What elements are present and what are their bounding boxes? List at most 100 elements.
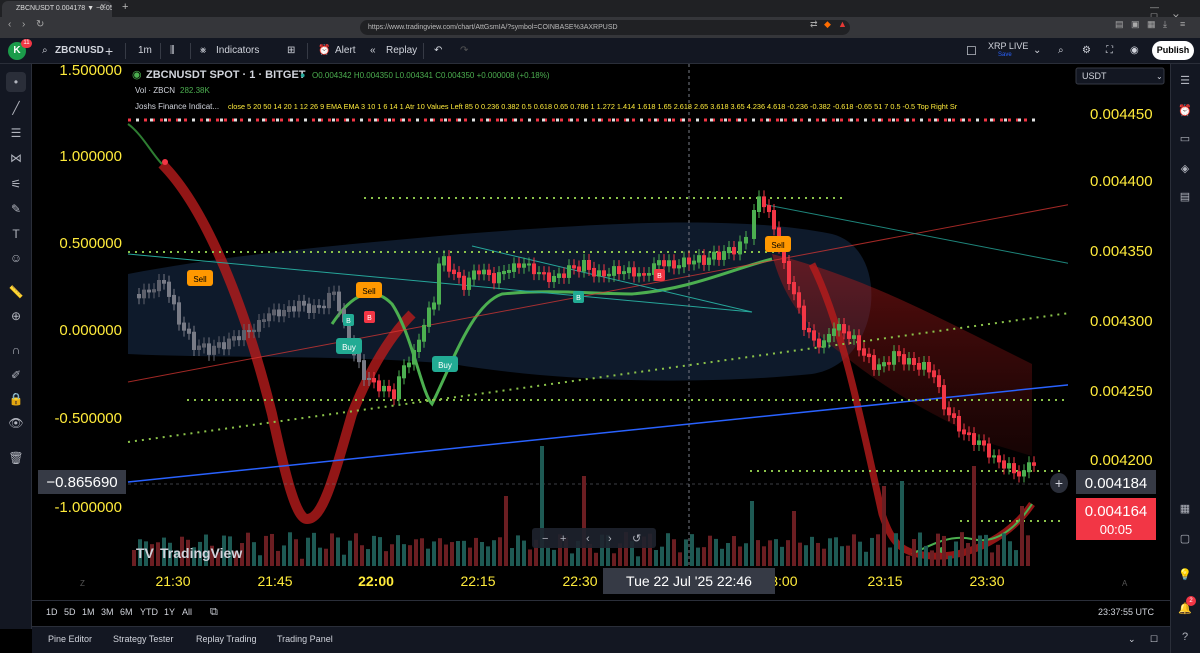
brave-shield-icon[interactable]: ◆ <box>824 19 831 30</box>
range-button-1y[interactable]: 1Y <box>164 600 175 625</box>
replay-icon[interactable]: « <box>370 38 376 64</box>
layout-checkbox-icon[interactable]: ☐ <box>966 38 977 64</box>
volume-bar <box>972 466 976 566</box>
chat-icon[interactable]: ▭ <box>1176 130 1194 148</box>
trash-icon[interactable]: 🗑 <box>6 448 26 468</box>
browser-tab[interactable]: ZBCNUSDT 0.004178 ▼ −0.05% ... <box>2 1 112 17</box>
candle-body <box>697 255 701 263</box>
prediction-icon[interactable]: ⚟ <box>6 174 26 194</box>
candle-style-icon[interactable]: ⫼ <box>170 38 175 64</box>
date-range-icon[interactable]: ⧉ <box>210 600 218 625</box>
calendar-icon[interactable]: ▦ <box>1176 500 1194 518</box>
volume-bar <box>900 481 904 566</box>
layers-icon[interactable]: ◈ <box>1176 160 1194 178</box>
fib-retracement-icon[interactable]: ☰ <box>6 123 26 143</box>
indicators-button[interactable]: Indicators <box>216 38 259 64</box>
layout-save-status[interactable]: Save <box>998 52 1012 58</box>
range-button-5d[interactable]: 5D <box>64 600 76 625</box>
settings-icon[interactable]: ⚙ <box>1082 38 1091 64</box>
svg-text:B: B <box>576 295 581 302</box>
candle-body <box>932 370 936 378</box>
buy-signal: Buy <box>432 356 458 372</box>
wallet-icon[interactable]: ▦ <box>1147 19 1156 30</box>
volume-bar <box>462 540 466 566</box>
publish-button[interactable]: Publish <box>1152 41 1194 60</box>
fullscreen-icon[interactable]: ⛶ <box>1106 38 1113 64</box>
candle-body <box>407 362 411 368</box>
layouts-icon[interactable]: ⊞ <box>287 38 295 64</box>
lock-icon[interactable]: 🔒 <box>6 389 26 409</box>
range-button-all[interactable]: All <box>182 600 192 625</box>
watchlist-icon[interactable]: ☰ <box>1176 72 1194 90</box>
alerts-icon[interactable]: ⏰ <box>1176 102 1194 120</box>
text-icon[interactable]: T <box>6 224 26 244</box>
volume-bar <box>594 552 598 566</box>
bottom-tab-trading-panel[interactable]: Trading Panel <box>277 626 333 653</box>
chart-navigation[interactable]: − + ‹ › ↺ <box>532 528 656 548</box>
download-icon[interactable]: ⤓ <box>1163 19 1167 30</box>
snapshot-icon[interactable]: ◉ <box>1130 38 1139 64</box>
compare-symbol-button[interactable]: + <box>105 38 113 64</box>
menu-icon[interactable]: ≡ <box>1180 19 1185 29</box>
range-button-ytd[interactable]: YTD <box>140 600 158 625</box>
rewards-icon[interactable]: ▲ <box>838 19 847 29</box>
ruler-icon[interactable]: 📏 <box>6 282 26 302</box>
zoom-in-icon[interactable]: ⊕ <box>6 306 26 326</box>
clock[interactable]: 23:37:55 UTC <box>1098 600 1154 625</box>
sidebar-icon[interactable]: ▤ <box>1115 19 1124 30</box>
volume-bar <box>1020 506 1024 566</box>
undo-icon[interactable]: ↶ <box>434 38 442 64</box>
help-icon[interactable]: ? <box>1176 628 1194 646</box>
messages-icon[interactable]: ▢ <box>1176 530 1194 548</box>
hide-icon[interactable]: 👁 <box>6 413 26 433</box>
bottom-tab-replay-trading[interactable]: Replay Trading <box>196 626 257 653</box>
url-field[interactable]: https://www.tradingview.com/chart/AttGsm… <box>360 20 850 35</box>
emoji-icon[interactable]: ☺ <box>6 248 26 268</box>
candle-body <box>557 273 561 278</box>
brush-icon[interactable]: ✎ <box>6 199 26 219</box>
forward-icon[interactable]: › <box>22 19 25 30</box>
extensions-icon[interactable]: ▣ <box>1131 19 1140 30</box>
layout-name[interactable]: XRP LIVE <box>988 41 1028 51</box>
translate-icon[interactable]: ⇄ <box>810 19 818 30</box>
collapse-icon[interactable]: ⌄ <box>1128 626 1136 653</box>
trend-line-icon[interactable]: ╱ <box>6 98 26 118</box>
magnet-icon[interactable]: ∩ <box>6 340 26 360</box>
range-button-1m[interactable]: 1M <box>82 600 95 625</box>
range-button-6m[interactable]: 6M <box>120 600 133 625</box>
range-button-1d[interactable]: 1D <box>46 600 58 625</box>
replay-button[interactable]: Replay <box>386 38 417 64</box>
bottom-tab-pine-editor[interactable]: Pine Editor <box>48 626 92 653</box>
reload-icon[interactable]: ↻ <box>36 19 44 30</box>
bottom-tab-strategy-tester[interactable]: Strategy Tester <box>113 626 173 653</box>
interval-button[interactable]: 1m <box>138 38 152 64</box>
candle-body <box>967 432 971 436</box>
tab-close-icon[interactable]: ✕ <box>100 2 107 11</box>
candle-body <box>657 260 661 266</box>
auto-scale-icon: A <box>1122 579 1128 588</box>
symbol-search-button[interactable]: ZBCNUSD <box>55 38 104 64</box>
hotlist-icon[interactable]: ▤ <box>1176 188 1194 206</box>
ideas-icon[interactable]: 💡 <box>1176 566 1194 584</box>
alert-icon[interactable]: ⏰ <box>318 38 330 64</box>
indicators-icon[interactable]: ⨳ <box>200 38 206 64</box>
pattern-icon[interactable]: ⋈ <box>6 148 26 168</box>
alert-button[interactable]: Alert <box>335 38 356 64</box>
price-chart[interactable]: Sell Sell Sell Buy Buy B B B B ◉ ZBCNUSD… <box>32 64 1170 600</box>
candle-body <box>817 338 821 348</box>
maximize-icon[interactable]: ☐ <box>1150 626 1158 653</box>
volume-bar <box>810 536 814 566</box>
scroll-right-icon: › <box>608 533 612 545</box>
volume-bar <box>486 546 490 566</box>
volume-bar <box>276 550 280 566</box>
volume-bar <box>786 540 790 566</box>
range-button-3m[interactable]: 3M <box>101 600 114 625</box>
back-icon[interactable]: ‹ <box>8 19 11 30</box>
lock-drawing-icon[interactable]: ✐ <box>6 365 26 385</box>
quick-search-icon[interactable]: ⌕ <box>1058 38 1064 64</box>
symbol-search-icon[interactable]: ⌕ <box>42 38 48 64</box>
cursor-icon[interactable]: • <box>6 72 26 92</box>
layout-dropdown-icon[interactable]: ⌄ <box>1033 38 1041 64</box>
new-tab-button[interactable]: + <box>122 1 128 13</box>
redo-icon[interactable]: ↷ <box>460 38 468 64</box>
